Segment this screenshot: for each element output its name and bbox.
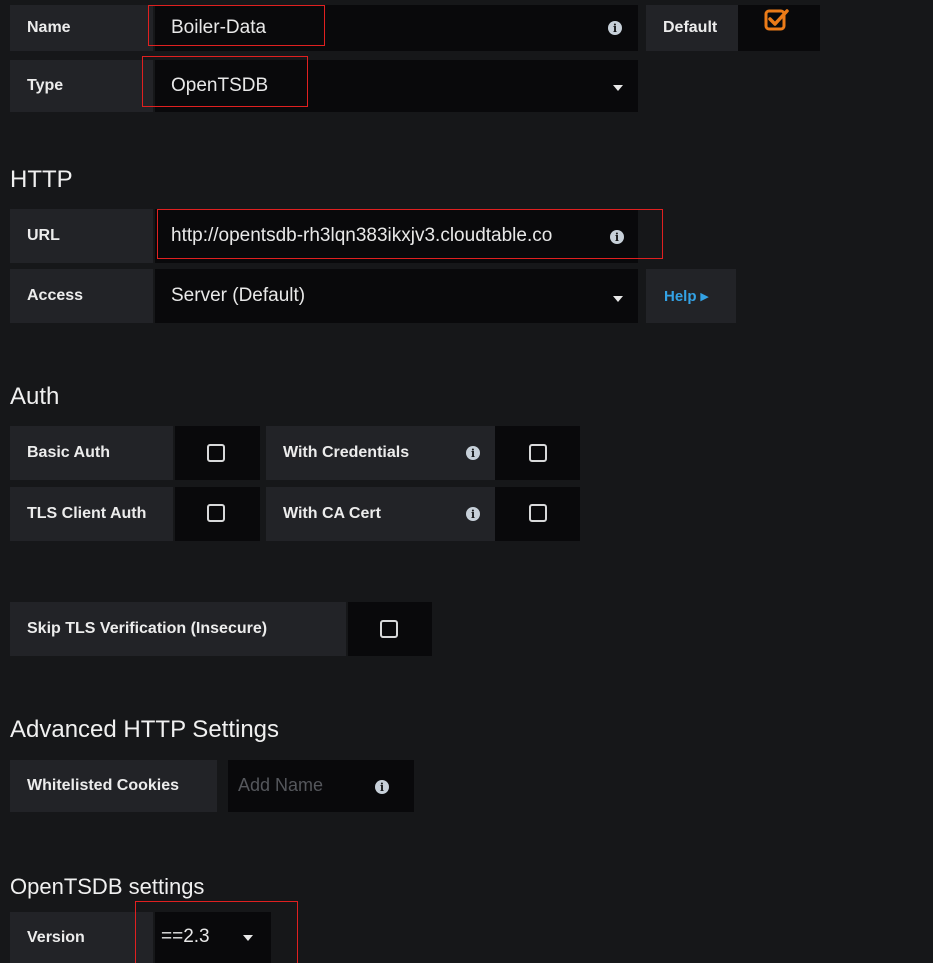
skip-tls-label: Skip TLS Verification (Insecure) (10, 602, 346, 656)
auth-heading: Auth (10, 383, 60, 410)
advanced-http-heading: Advanced HTTP Settings (10, 716, 280, 743)
basic-auth-label: Basic Auth (10, 426, 173, 480)
access-value: Server (Default) (171, 285, 306, 306)
chevron-down-icon (613, 296, 623, 302)
with-ca-cert-checkbox-cell[interactable] (495, 487, 580, 541)
basic-auth-checkbox[interactable] (207, 444, 225, 462)
info-icon[interactable]: i (466, 446, 480, 460)
skip-tls-checkbox[interactable] (380, 620, 398, 638)
highlight-box-url (157, 209, 663, 259)
skip-tls-checkbox-cell[interactable] (348, 602, 432, 656)
access-label: Access (10, 269, 153, 323)
help-toggle-button[interactable]: Help ▸ (646, 269, 736, 323)
opentsdb-settings-heading: OpenTSDB settings (10, 874, 205, 899)
version-label: Version (10, 912, 153, 963)
with-credentials-checkbox[interactable] (529, 444, 547, 462)
default-label: Default (646, 5, 738, 51)
chevron-down-icon (613, 85, 623, 91)
http-heading: HTTP (10, 166, 73, 193)
highlight-box-version (135, 901, 298, 963)
tls-client-auth-checkbox-cell[interactable] (175, 487, 260, 541)
highlight-box-name (148, 5, 325, 46)
info-icon[interactable]: i (466, 507, 480, 521)
whitelisted-cookies-input[interactable]: Add Name i (228, 760, 414, 812)
info-icon[interactable]: i (608, 21, 622, 35)
tls-client-auth-label: TLS Client Auth (10, 487, 173, 541)
whitelisted-cookies-label: Whitelisted Cookies (10, 760, 217, 812)
with-credentials-checkbox-cell[interactable] (495, 426, 580, 480)
with-ca-cert-label: With CA Cert i (266, 487, 495, 541)
tls-client-auth-checkbox[interactable] (207, 504, 225, 522)
highlight-box-type (142, 56, 308, 107)
add-name-placeholder: Add Name (238, 775, 324, 795)
url-label: URL (10, 209, 153, 263)
with-credentials-label: With Credentials i (266, 426, 495, 480)
default-checkbox-cell[interactable] (738, 5, 820, 51)
checkbox-checked-icon[interactable] (764, 8, 790, 32)
with-ca-cert-checkbox[interactable] (529, 504, 547, 522)
basic-auth-checkbox-cell[interactable] (175, 426, 260, 480)
type-label: Type (10, 60, 153, 112)
name-label: Name (10, 5, 153, 51)
info-icon[interactable]: i (375, 780, 389, 794)
access-select[interactable]: Server (Default) (155, 269, 638, 323)
